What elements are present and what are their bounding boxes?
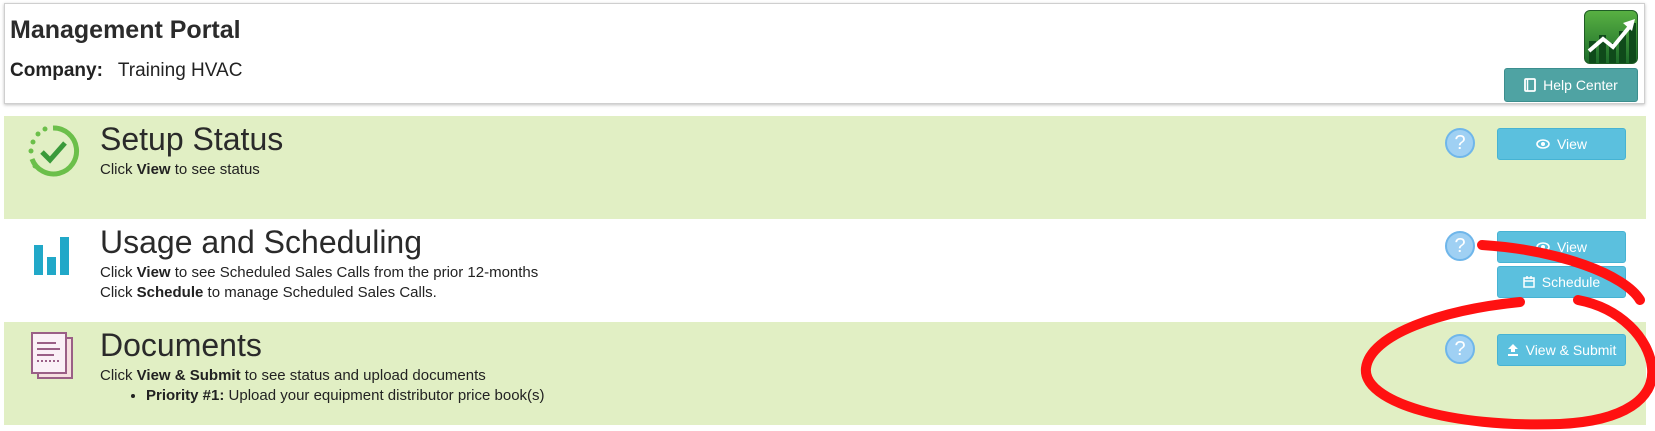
company-label: Company:	[10, 60, 103, 81]
portal-header: Management Portal Company: Training HVAC…	[4, 3, 1645, 104]
calendar-icon	[1523, 276, 1535, 288]
view-submit-button[interactable]: View & Submit	[1497, 334, 1626, 366]
setup-status-section: Setup Status Click View to see status ? …	[4, 116, 1646, 219]
check-progress-icon	[28, 125, 79, 177]
usage-schedule-button[interactable]: Schedule	[1497, 266, 1626, 298]
page-title: Management Portal	[10, 16, 241, 44]
documents-icon	[31, 332, 73, 379]
usage-scheduling-title: Usage and Scheduling	[100, 224, 423, 260]
company-name: Training HVAC	[117, 60, 243, 81]
help-center-button[interactable]: Help Center	[1504, 68, 1638, 102]
eye-icon	[1536, 242, 1550, 252]
documents-help-icon[interactable]: ?	[1445, 334, 1475, 364]
documents-title: Documents	[100, 327, 262, 363]
help-center-label: Help Center	[1543, 77, 1618, 93]
documents-section: Documents Click View & Submit to see sta…	[4, 322, 1646, 425]
upload-icon	[1507, 344, 1518, 356]
priority-bullet: Priority #1: Upload your equipment distr…	[146, 386, 545, 406]
company-info: Company: Training HVAC	[10, 60, 242, 82]
setup-status-description: Click View to see status	[100, 161, 260, 178]
usage-scheduling-section: Usage and Scheduling Click View to see S…	[4, 219, 1646, 322]
usage-view-button[interactable]: View	[1497, 231, 1626, 263]
setup-status-view-button[interactable]: View	[1497, 128, 1626, 160]
book-icon	[1524, 78, 1537, 92]
eye-icon	[1536, 139, 1550, 149]
documents-description: Click View & Submit to see status and up…	[100, 366, 545, 406]
bar-chart-icon	[34, 237, 69, 275]
usage-scheduling-help-icon[interactable]: ?	[1445, 231, 1475, 261]
trend-up-chart-icon	[1584, 10, 1638, 64]
setup-status-help-icon[interactable]: ?	[1445, 128, 1475, 158]
setup-status-title: Setup Status	[100, 121, 284, 157]
usage-scheduling-description: Click View to see Scheduled Sales Calls …	[100, 264, 539, 301]
